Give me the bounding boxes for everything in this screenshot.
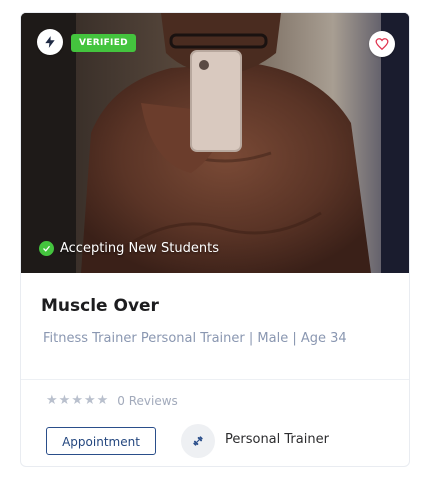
favorite-button[interactable] <box>369 31 395 57</box>
rating: ★ ★ ★ ★ ★ 0 Reviews <box>46 393 178 409</box>
trainer-subtitle: Fitness Trainer Personal Trainer | Male … <box>43 331 347 346</box>
star-icon: ★ <box>46 393 58 408</box>
reviews-count[interactable]: 0 Reviews <box>117 394 178 408</box>
accepting-status: Accepting New Students <box>39 241 219 256</box>
check-circle-icon <box>39 241 54 256</box>
trainer-name[interactable]: Muscle Over <box>41 296 159 316</box>
star-icon: ★ <box>83 393 96 408</box>
divider <box>21 379 409 380</box>
accepting-label: Accepting New Students <box>60 241 219 256</box>
lightning-bolt-icon <box>45 36 55 48</box>
star-icon: ★ <box>71 393 83 408</box>
heart-icon <box>375 38 389 51</box>
trainer-card[interactable]: VERIFIED Accepting New Students Muscle O… <box>20 12 410 467</box>
instant-book-badge <box>37 29 63 55</box>
star-icon: ★ <box>58 393 71 408</box>
trainer-type-icon <box>181 424 215 458</box>
appointment-button[interactable]: Appointment <box>46 427 156 455</box>
dumbbell-icon <box>193 436 203 446</box>
verified-badge: VERIFIED <box>71 34 136 52</box>
trainer-photo[interactable]: VERIFIED Accepting New Students <box>21 13 409 273</box>
trainer-type-label: Personal Trainer <box>225 432 329 447</box>
trainer-photo-image <box>21 13 409 273</box>
star-icon: ★ <box>96 393 109 408</box>
